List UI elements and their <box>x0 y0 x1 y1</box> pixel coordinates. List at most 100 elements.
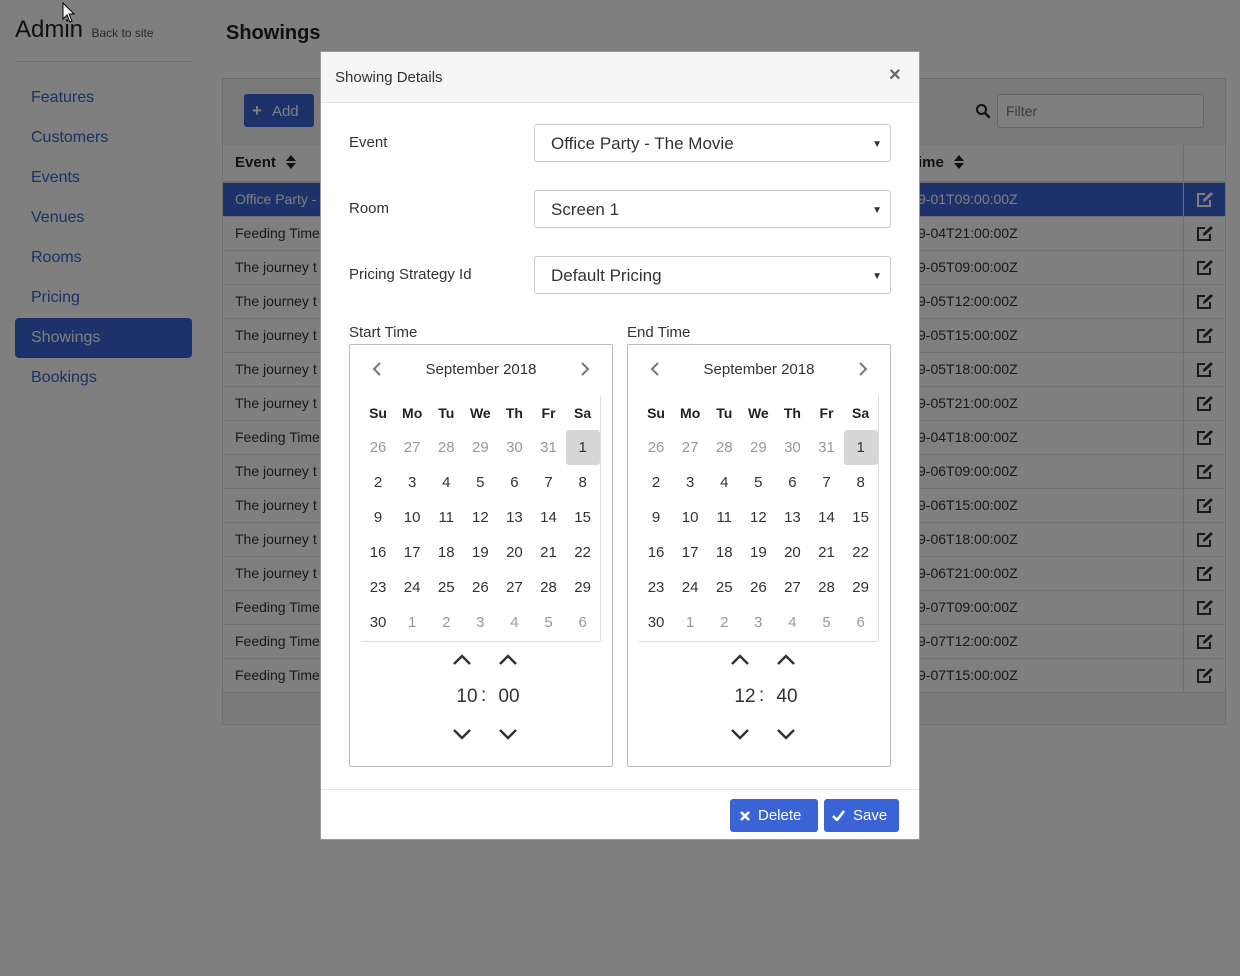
close-icon[interactable]: × <box>889 64 901 87</box>
chevron-right-icon[interactable] <box>580 362 590 376</box>
chevron-down-icon[interactable] <box>452 728 472 742</box>
calendar-day[interactable]: 6 <box>566 605 600 640</box>
calendar-day[interactable]: 3 <box>673 465 707 500</box>
calendar-day[interactable]: 5 <box>809 605 843 640</box>
calendar-day[interactable]: 4 <box>707 465 741 500</box>
calendar-day[interactable]: 5 <box>531 605 565 640</box>
calendar-day[interactable]: 14 <box>531 500 565 535</box>
calendar-day[interactable]: 22 <box>844 535 878 570</box>
calendar-day[interactable]: 30 <box>639 605 673 640</box>
calendar-day[interactable]: 9 <box>639 500 673 535</box>
calendar-day[interactable]: 30 <box>775 430 809 465</box>
calendar-day[interactable]: 25 <box>707 570 741 605</box>
chevron-up-icon[interactable] <box>776 652 796 666</box>
calendar-day[interactable]: 1 <box>395 605 429 640</box>
calendar-day[interactable]: 10 <box>673 500 707 535</box>
end-minute[interactable]: 40 <box>765 686 809 708</box>
calendar-day[interactable]: 12 <box>463 500 497 535</box>
calendar-day[interactable]: 4 <box>775 605 809 640</box>
chevron-up-icon[interactable] <box>452 652 472 666</box>
calendar-day[interactable]: 2 <box>707 605 741 640</box>
calendar-day[interactable]: 2 <box>639 465 673 500</box>
calendar-day[interactable]: 1 <box>673 605 707 640</box>
start-minute[interactable]: 00 <box>487 686 531 708</box>
calendar-day[interactable]: 2 <box>361 465 395 500</box>
calendar-day[interactable]: 2 <box>429 605 463 640</box>
calendar-day[interactable]: 27 <box>497 570 531 605</box>
calendar-day[interactable]: 29 <box>566 570 600 605</box>
calendar-day[interactable]: 26 <box>741 570 775 605</box>
calendar-day[interactable]: 24 <box>395 570 429 605</box>
calendar-day[interactable]: 11 <box>707 500 741 535</box>
calendar-day[interactable]: 6 <box>775 465 809 500</box>
calendar-month-title[interactable]: September 2018 <box>350 361 612 378</box>
calendar-day[interactable]: 23 <box>639 570 673 605</box>
calendar-day[interactable]: 24 <box>673 570 707 605</box>
chevron-down-icon[interactable] <box>498 728 518 742</box>
chevron-down-icon[interactable] <box>776 728 796 742</box>
calendar-day[interactable]: 23 <box>361 570 395 605</box>
event-select[interactable]: Office Party - The Movie ▼ <box>534 124 891 162</box>
calendar-day[interactable]: 8 <box>844 465 878 500</box>
calendar-day[interactable]: 28 <box>531 570 565 605</box>
calendar-day[interactable]: 12 <box>741 500 775 535</box>
calendar-day[interactable]: 4 <box>497 605 531 640</box>
calendar-day[interactable]: 3 <box>741 605 775 640</box>
calendar-day[interactable]: 13 <box>775 500 809 535</box>
calendar-day[interactable]: 28 <box>429 430 463 465</box>
calendar-day[interactable]: 22 <box>566 535 600 570</box>
pricing-strategy-select[interactable]: Default Pricing ▼ <box>534 256 891 294</box>
calendar-day[interactable]: 7 <box>809 465 843 500</box>
calendar-day[interactable]: 3 <box>395 465 429 500</box>
chevron-down-icon[interactable] <box>730 728 750 742</box>
calendar-day[interactable]: 26 <box>639 430 673 465</box>
calendar-day[interactable]: 11 <box>429 500 463 535</box>
calendar-day[interactable]: 26 <box>463 570 497 605</box>
calendar-day[interactable]: 4 <box>429 465 463 500</box>
calendar-day[interactable]: 30 <box>497 430 531 465</box>
calendar-day[interactable]: 19 <box>741 535 775 570</box>
calendar-day[interactable]: 18 <box>429 535 463 570</box>
calendar-day[interactable]: 26 <box>361 430 395 465</box>
calendar-day[interactable]: 19 <box>463 535 497 570</box>
calendar-day[interactable]: 31 <box>809 430 843 465</box>
calendar-day[interactable]: 13 <box>497 500 531 535</box>
calendar-day[interactable]: 16 <box>639 535 673 570</box>
calendar-day[interactable]: 27 <box>673 430 707 465</box>
calendar-day[interactable]: 28 <box>707 430 741 465</box>
calendar-day[interactable]: 3 <box>463 605 497 640</box>
calendar-day[interactable]: 21 <box>531 535 565 570</box>
calendar-day[interactable]: 27 <box>775 570 809 605</box>
calendar-day[interactable]: 9 <box>361 500 395 535</box>
calendar-day[interactable]: 29 <box>463 430 497 465</box>
calendar-month-title[interactable]: September 2018 <box>628 361 890 378</box>
chevron-right-icon[interactable] <box>858 362 868 376</box>
calendar-day[interactable]: 5 <box>741 465 775 500</box>
calendar-day[interactable]: 14 <box>809 500 843 535</box>
calendar-day[interactable]: 20 <box>775 535 809 570</box>
calendar-day[interactable]: 30 <box>361 605 395 640</box>
calendar-day[interactable]: 21 <box>809 535 843 570</box>
chevron-up-icon[interactable] <box>730 652 750 666</box>
calendar-day[interactable]: 20 <box>497 535 531 570</box>
calendar-day[interactable]: 15 <box>844 500 878 535</box>
calendar-day[interactable]: 6 <box>497 465 531 500</box>
calendar-day[interactable]: 15 <box>566 500 600 535</box>
calendar-day[interactable]: 18 <box>707 535 741 570</box>
calendar-day[interactable]: 1 <box>565 430 600 465</box>
save-button[interactable]: Save <box>824 799 899 832</box>
calendar-day[interactable]: 25 <box>429 570 463 605</box>
calendar-day[interactable]: 31 <box>531 430 565 465</box>
calendar-day[interactable]: 10 <box>395 500 429 535</box>
calendar-day[interactable]: 27 <box>395 430 429 465</box>
calendar-day[interactable]: 7 <box>531 465 565 500</box>
calendar-day[interactable]: 5 <box>463 465 497 500</box>
calendar-day[interactable]: 17 <box>395 535 429 570</box>
chevron-up-icon[interactable] <box>498 652 518 666</box>
calendar-day[interactable]: 29 <box>844 570 878 605</box>
calendar-day[interactable]: 29 <box>741 430 775 465</box>
room-select[interactable]: Screen 1 ▼ <box>534 190 891 228</box>
delete-button[interactable]: Delete <box>730 799 818 832</box>
calendar-day[interactable]: 16 <box>361 535 395 570</box>
calendar-day[interactable]: 17 <box>673 535 707 570</box>
